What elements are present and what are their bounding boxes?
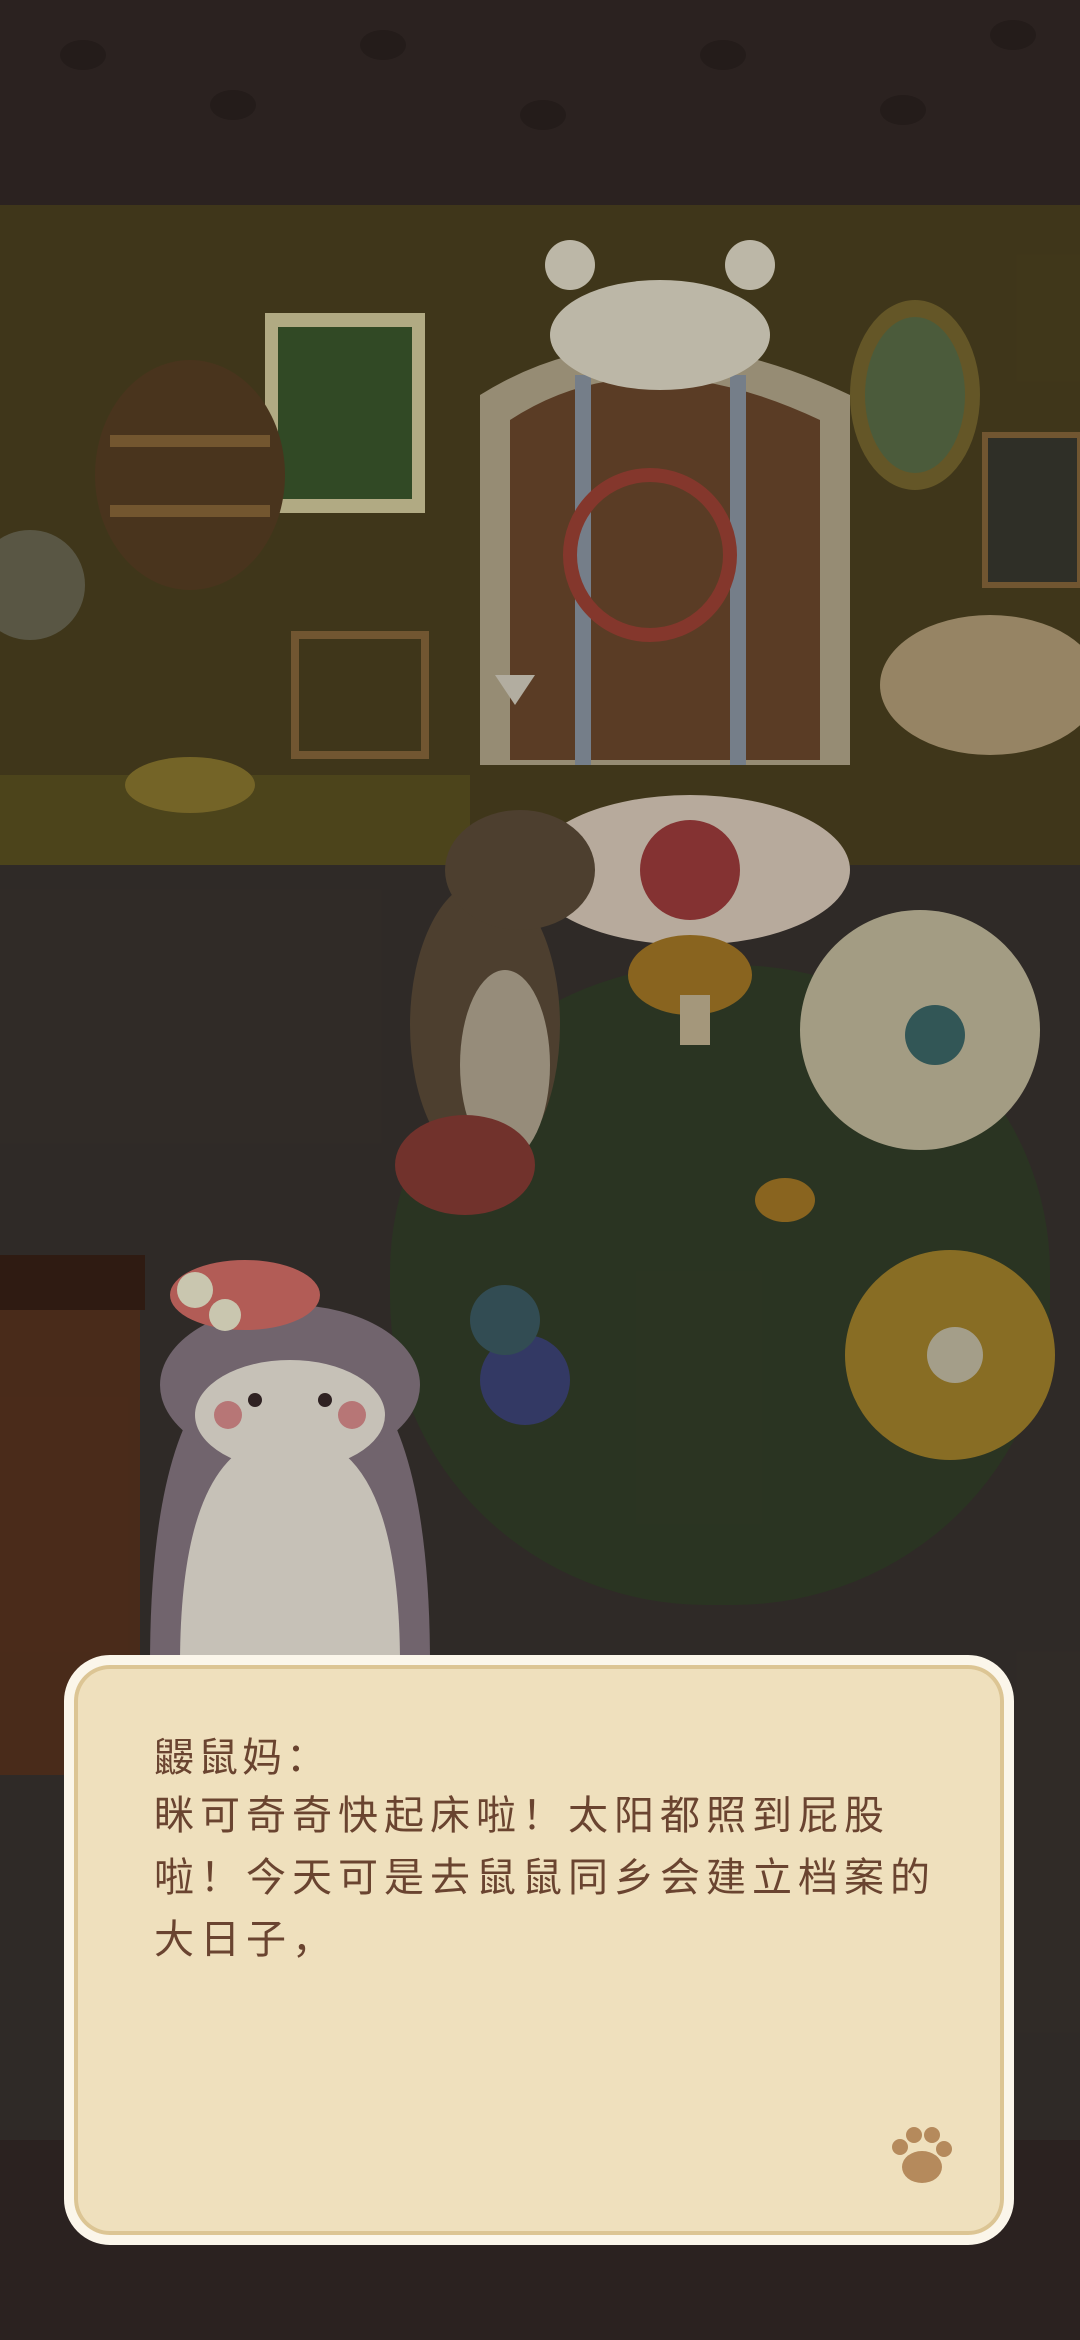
speaker-name: 鼹鼠妈： xyxy=(154,1735,330,1781)
top-letterbox xyxy=(0,0,1080,205)
dialog-text: 眯可奇奇快起床啦！太阳都照到屁股啦！今天可是去鼠鼠同乡会建立档案的大日子， xyxy=(154,1793,936,1963)
dialog-box[interactable]: 鼹鼠妈： 眯可奇奇快起床啦！太阳都照到屁股啦！今天可是去鼠鼠同乡会建立档案的大日… xyxy=(64,1655,1014,2245)
paw-icon[interactable] xyxy=(886,2121,956,2191)
